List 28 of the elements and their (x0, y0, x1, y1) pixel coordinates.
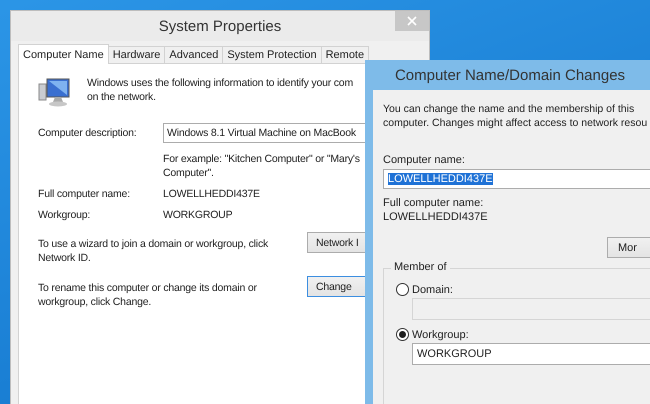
full-computer-name: LOWELLHEDDI437E (163, 188, 260, 200)
example-text: For example: "Kitchen Computer" or "Mary's Computer". (163, 152, 360, 180)
field-label: Full computer name: (38, 188, 131, 200)
tab[interactable]: Computer Name (18, 44, 109, 64)
instruction-text: To use a wizard to join a domain or workgroup, click Network ID. (38, 237, 270, 265)
more-button[interactable]: Mor (607, 237, 650, 258)
group-legend: Member of (391, 261, 450, 273)
close-icon (407, 16, 417, 26)
field-label: Full computer name: (383, 197, 484, 209)
field-label: Computer description: (38, 127, 138, 139)
field-label: Workgroup: (38, 209, 92, 221)
option-label: Workgroup: (412, 328, 469, 340)
tab[interactable]: System Protection (222, 46, 322, 63)
radio-button[interactable] (396, 283, 409, 296)
computer-icon (38, 78, 72, 108)
instruction-text: To rename this computer or change its domain or workgroup, click Change. (38, 281, 258, 309)
dialog-intro-text: You can change the name and the membership of this computer. Changes might affect access to network resou (383, 102, 648, 130)
tab[interactable]: Remote (320, 46, 370, 63)
computer-name-field[interactable]: LOWELLHEDDI437E (383, 169, 650, 189)
workgroup-name: WORKGROUP (163, 209, 232, 221)
option-label: Domain: (412, 284, 453, 296)
option-field[interactable]: WORKGROUP (412, 343, 650, 365)
window-title: Computer Name/Domain Changes (394, 66, 626, 84)
field-label: Computer name: (383, 154, 465, 166)
window-title: System Properties (158, 18, 282, 34)
full-computer-name: LOWELLHEDDI437E (383, 211, 488, 223)
radio-button[interactable] (396, 328, 409, 341)
intro-text: Windows uses the following information to identify your com on the network. (87, 76, 353, 104)
